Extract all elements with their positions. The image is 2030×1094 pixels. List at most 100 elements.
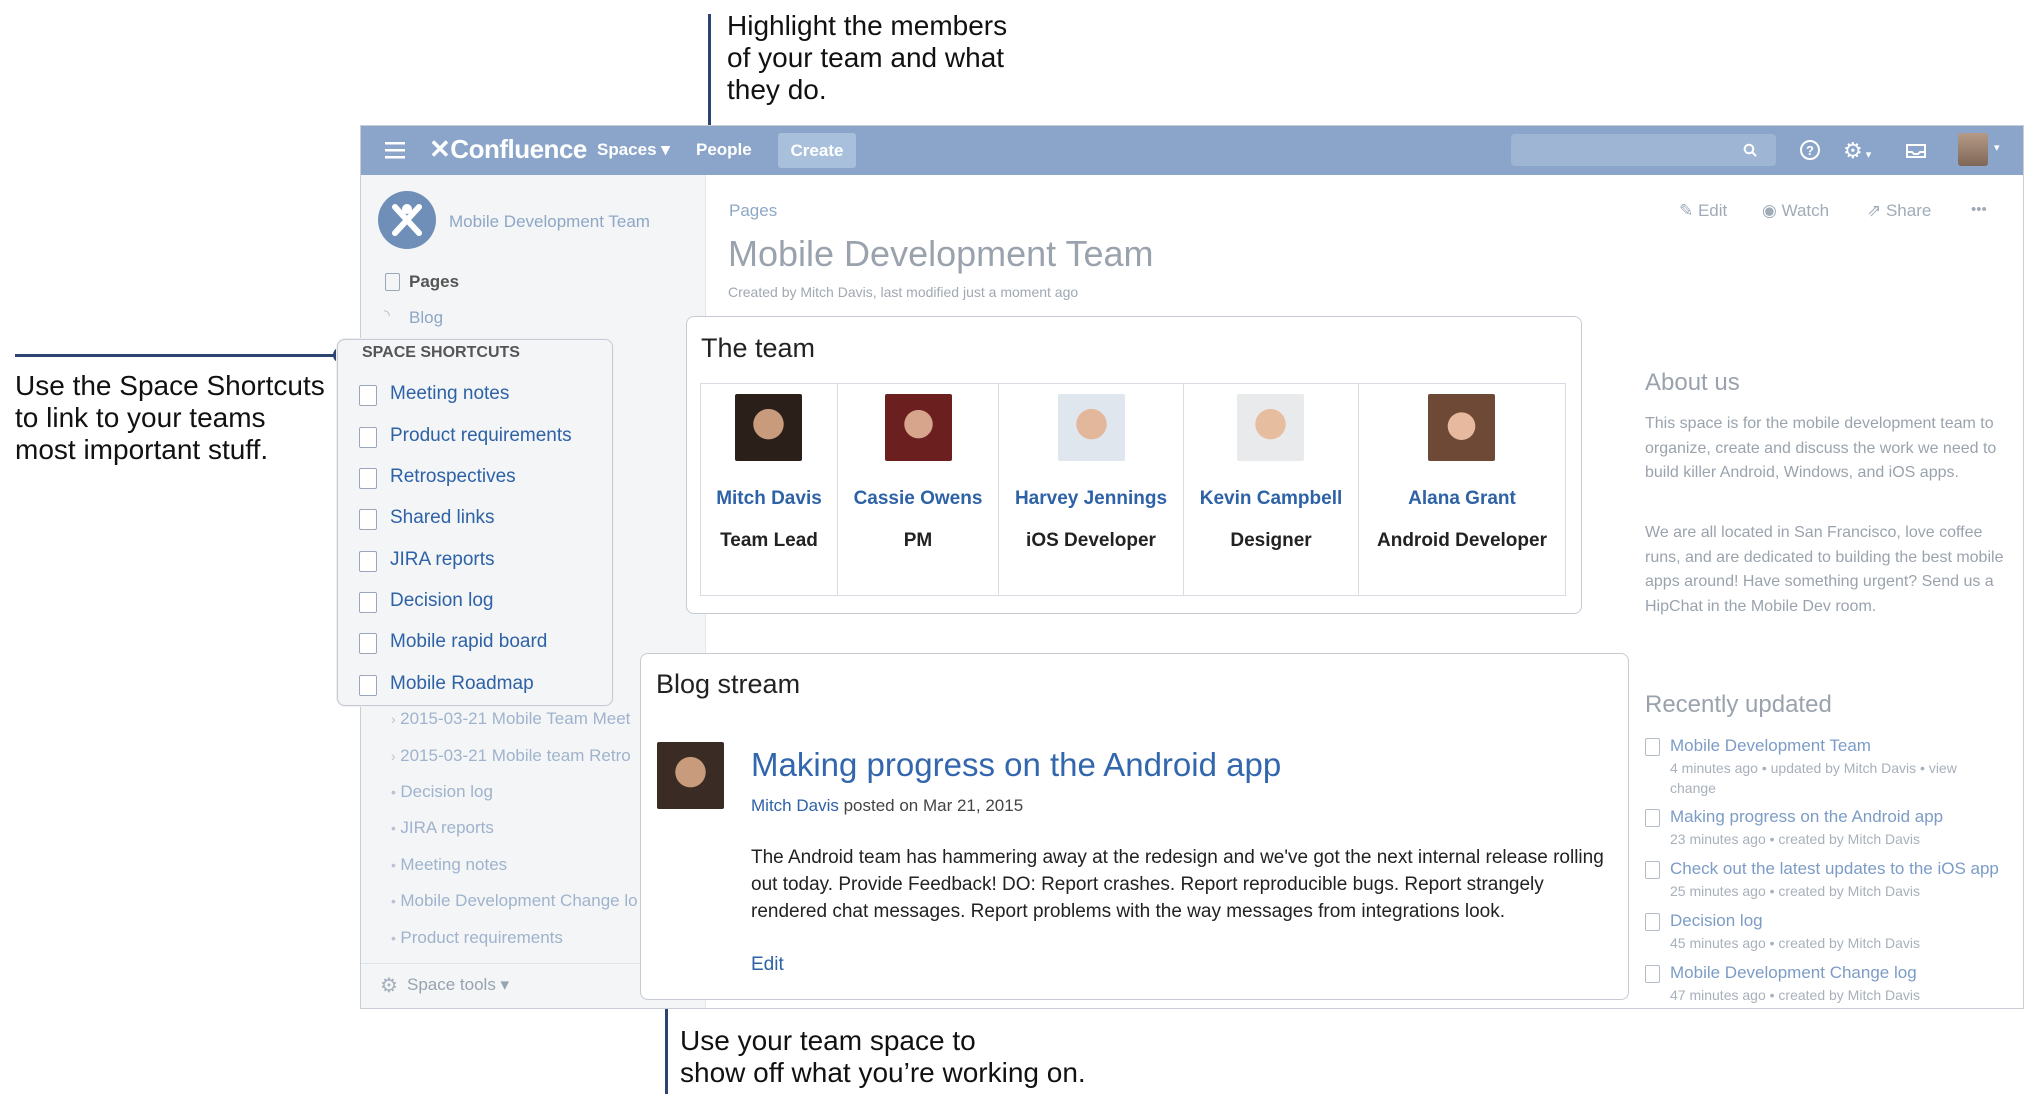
- share-action[interactable]: ⇗ Share: [1867, 201, 1931, 221]
- team-panel: The team Mitch Davis Team Lead Cassie Ow…: [686, 316, 1582, 614]
- sidebar-blog-link[interactable]: Blog: [409, 308, 443, 328]
- page-title: Mobile Development Team: [728, 233, 1154, 274]
- notifications-icon[interactable]: [1905, 143, 1927, 164]
- document-icon: [359, 551, 377, 572]
- bullet-icon: •: [391, 930, 396, 946]
- spaces-menu[interactable]: Spaces ▾: [597, 140, 670, 160]
- top-navigation-bar: ✕Confluence Spaces ▾ People Create ? ⚙ ▾…: [361, 126, 2023, 175]
- bullet-icon: •: [391, 784, 396, 800]
- member-name-link[interactable]: Alana Grant: [1359, 488, 1565, 510]
- member-role: PM: [903, 530, 933, 551]
- avatar[interactable]: [1237, 394, 1304, 461]
- team-member: Harvey Jennings iOS Developer: [999, 384, 1184, 595]
- menu-icon[interactable]: [385, 141, 405, 159]
- sidebar-pages-link[interactable]: Pages: [409, 272, 459, 292]
- breadcrumb[interactable]: Pages: [729, 201, 777, 221]
- avatar[interactable]: [735, 394, 802, 461]
- edit-action[interactable]: ✎ Edit: [1679, 201, 1727, 221]
- callout-left: Use the Space Shortcuts to link to your …: [15, 370, 325, 465]
- team-member: Mitch Davis Team Lead: [701, 384, 838, 595]
- tree-item[interactable]: • Product requirements: [391, 928, 563, 948]
- member-name-link[interactable]: Cassie Owens: [838, 488, 998, 510]
- shortcut-link[interactable]: Retrospectives: [359, 466, 516, 489]
- blog-heading: Blog stream: [656, 669, 801, 699]
- shortcut-link[interactable]: Shared links: [359, 507, 495, 530]
- team-member: Kevin Campbell Designer: [1184, 384, 1359, 595]
- chevron-down-icon[interactable]: ▾: [1994, 141, 2000, 154]
- bullet-icon: •: [391, 857, 396, 873]
- shortcut-link[interactable]: Decision log: [359, 590, 494, 613]
- bullet-icon: •: [391, 820, 396, 836]
- author-link[interactable]: Mitch Davis: [751, 796, 839, 815]
- team-member: Alana Grant Android Developer: [1359, 384, 1565, 595]
- member-role: iOS Developer: [1026, 530, 1156, 551]
- chevron-right-icon: ›: [391, 748, 396, 764]
- tree-item[interactable]: • Meeting notes: [391, 855, 507, 875]
- blog-post-body: The Android team has hammering away at t…: [751, 847, 1604, 922]
- document-icon: [359, 468, 377, 489]
- avatar[interactable]: [1058, 394, 1125, 461]
- member-role: Android Developer: [1377, 530, 1547, 551]
- eye-icon: ◉: [1762, 201, 1782, 220]
- tree-item[interactable]: › 2015-03-21 Mobile Team Meet: [391, 709, 630, 729]
- shortcut-link[interactable]: Mobile rapid board: [359, 631, 547, 654]
- blog-post-icon: [1645, 861, 1660, 879]
- people-link[interactable]: People: [696, 140, 752, 160]
- space-name-link[interactable]: Mobile Development Team: [449, 212, 650, 232]
- page-byline: Created by Mitch Davis, last modified ju…: [728, 284, 1079, 300]
- tree-item[interactable]: • JIRA reports: [391, 818, 494, 838]
- space-shortcuts-panel: SPACE SHORTCUTS Meeting notes Product re…: [337, 339, 613, 706]
- avatar[interactable]: [1428, 394, 1495, 461]
- shortcut-link[interactable]: Product requirements: [359, 425, 572, 448]
- link-icon: [359, 509, 377, 530]
- confluence-logo[interactable]: ✕Confluence: [429, 134, 587, 165]
- pencil-icon: ✎: [1679, 201, 1698, 220]
- member-name-link[interactable]: Mitch Davis: [701, 488, 837, 510]
- pages-icon: [385, 273, 400, 291]
- shortcut-link[interactable]: Meeting notes: [359, 383, 509, 406]
- document-icon: [359, 385, 377, 406]
- team-member: Cassie Owens PM: [838, 384, 999, 595]
- avatar[interactable]: [657, 742, 724, 809]
- shortcut-link[interactable]: Mobile Roadmap: [359, 673, 534, 696]
- svg-text:?: ?: [1806, 143, 1814, 158]
- about-paragraph: This space is for the mobile development…: [1645, 415, 1997, 481]
- tree-item[interactable]: • Mobile Development Change lo: [391, 891, 638, 911]
- space-tools-gear-icon: ⚙: [380, 975, 398, 997]
- external-link-icon: [359, 633, 377, 654]
- member-name-link[interactable]: Harvey Jennings: [999, 488, 1183, 510]
- search-icon: [1743, 143, 1757, 157]
- watch-action[interactable]: ◉ Watch: [1762, 201, 1829, 221]
- page-icon: [1645, 738, 1660, 756]
- blog-post-title-link[interactable]: Making progress on the Android app: [751, 746, 1281, 784]
- callout-top: Highlight the members of your team and w…: [727, 10, 1008, 105]
- user-avatar[interactable]: [1958, 133, 1988, 166]
- settings-gear-icon[interactable]: ⚙ ▾: [1843, 138, 1871, 164]
- team-heading: The team: [701, 333, 816, 363]
- space-tools-menu[interactable]: Space tools ▾: [407, 975, 509, 995]
- create-button[interactable]: Create: [778, 133, 856, 168]
- team-table: Mitch Davis Team Lead Cassie Owens PM Ha…: [700, 383, 1566, 596]
- member-name-link[interactable]: Kevin Campbell: [1184, 488, 1358, 510]
- avatar[interactable]: [885, 394, 952, 461]
- search-input[interactable]: [1511, 134, 1776, 166]
- callout-line-left: [15, 354, 340, 357]
- tree-item[interactable]: • Decision log: [391, 782, 493, 802]
- blog-edit-link[interactable]: Edit: [751, 954, 784, 976]
- shortcut-link[interactable]: JIRA reports: [359, 549, 495, 572]
- page-icon: [1645, 913, 1660, 931]
- about-paragraph: We are all located in San Francisco, lov…: [1645, 524, 2004, 615]
- share-icon: ⇗: [1867, 201, 1886, 220]
- chevron-right-icon: ›: [391, 711, 396, 727]
- blog-post-icon: [1645, 809, 1660, 827]
- help-icon[interactable]: ?: [1799, 139, 1821, 166]
- tree-item[interactable]: › 2015-03-21 Mobile team Retro: [391, 746, 631, 766]
- page-icon: [1645, 965, 1660, 983]
- blog-post-meta: Mitch Davis posted on Mar 21, 2015: [751, 796, 1024, 815]
- space-logo-icon[interactable]: [378, 191, 436, 249]
- external-link-icon: [359, 675, 377, 696]
- callout-bottom: Use your team space to show off what you…: [680, 1025, 1086, 1088]
- more-actions-icon[interactable]: •••: [1971, 201, 1987, 218]
- member-role: Team Lead: [720, 530, 818, 551]
- shortcuts-title: SPACE SHORTCUTS: [362, 344, 520, 361]
